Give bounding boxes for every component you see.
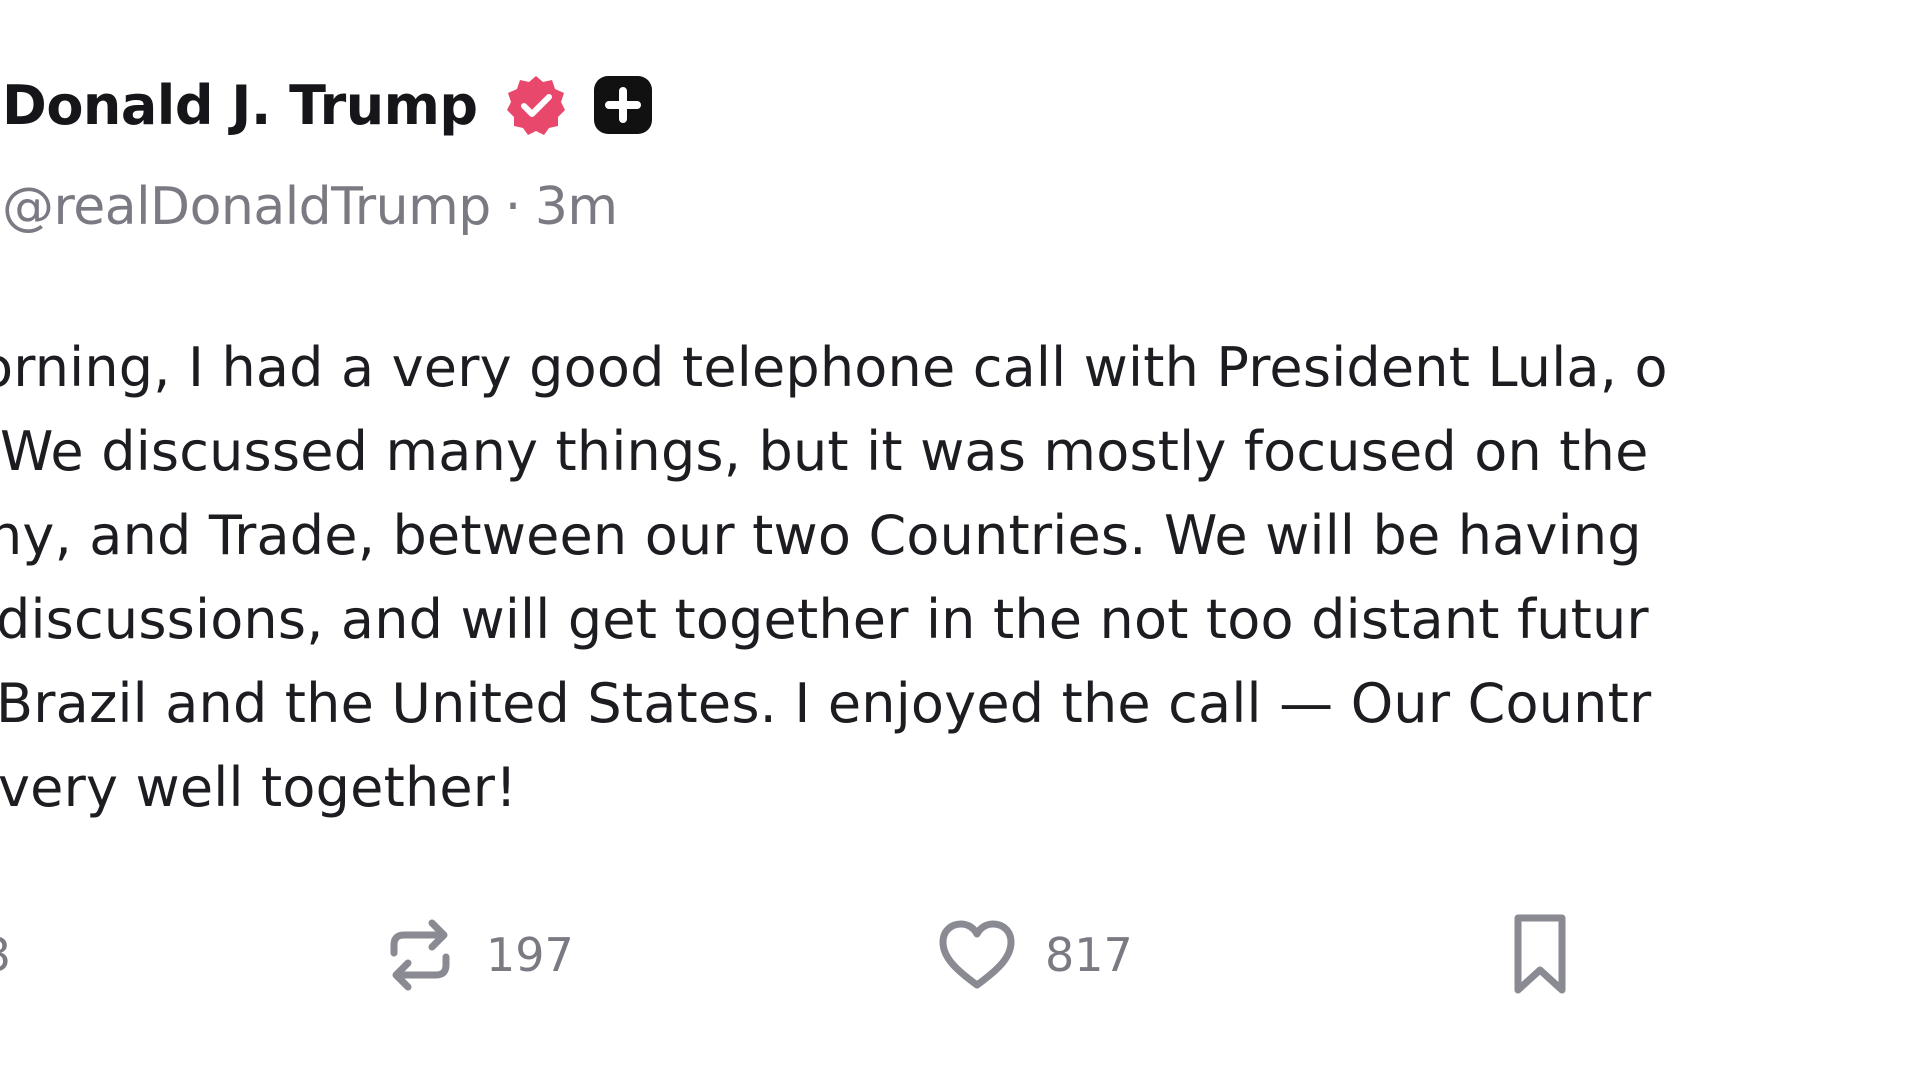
post-timestamp[interactable]: 3m (535, 177, 618, 237)
bookmark-button[interactable] (1508, 905, 1572, 1005)
like-count: 817 (1045, 928, 1133, 982)
like-button[interactable]: 817 (935, 905, 1133, 1005)
post-body-line: ny, and Trade, between our two Countries… (0, 504, 1642, 567)
author-display-name[interactable]: Donald J. Trump (2, 74, 478, 137)
reply-count: 3 (0, 928, 11, 982)
truth-social-post: Donald J. Trump @realDonaldTrump · 3m or… (0, 0, 1920, 1081)
verified-badge-icon (504, 73, 568, 137)
post-body-line: discussions, and will get together in th… (0, 588, 1649, 651)
author-meta: @realDonaldTrump · 3m (2, 172, 618, 242)
post-actions-bar: 3 197 817 (0, 905, 1920, 1005)
post-body: orning, I had a very good telephone call… (0, 326, 1920, 846)
repost-button[interactable]: 197 (380, 905, 574, 1005)
post-body-line: We discussed many things, but it was mos… (0, 420, 1649, 483)
repost-icon (380, 915, 460, 995)
author-handle[interactable]: @realDonaldTrump (2, 177, 491, 237)
post-body-line: very well together! (0, 756, 518, 819)
reply-button[interactable]: 3 (0, 905, 11, 1005)
bookmark-icon (1508, 910, 1572, 1000)
post-header: Donald J. Trump (2, 70, 654, 140)
meta-separator: · (504, 177, 522, 237)
heart-icon (935, 915, 1019, 995)
plus-badge-icon (592, 74, 654, 136)
repost-count: 197 (486, 928, 574, 982)
post-body-line: orning, I had a very good telephone call… (0, 336, 1668, 399)
post-body-line: Brazil and the United States. I enjoyed … (0, 672, 1652, 735)
